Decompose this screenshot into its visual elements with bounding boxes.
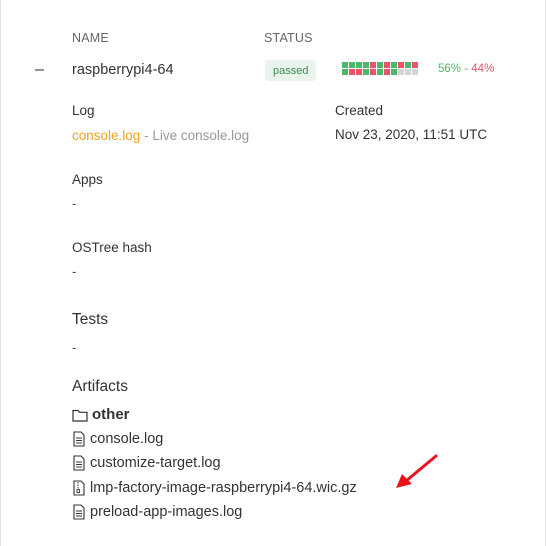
test-results-bars	[342, 62, 418, 75]
artifact-folder-other[interactable]: other	[72, 406, 130, 423]
test-empty-square	[405, 69, 411, 75]
apps-label: Apps	[72, 172, 103, 187]
tests-heading: Tests	[72, 311, 109, 328]
artifact-file-name: preload-app-images.log	[90, 504, 243, 520]
fail-percent: 44%	[471, 63, 495, 75]
test-fail-square	[370, 62, 376, 68]
test-pass-square	[391, 62, 397, 68]
apps-value: -	[72, 196, 77, 211]
ratio-separator: -	[464, 63, 469, 75]
artifact-folder-name: other	[92, 406, 130, 423]
artifacts-heading: Artifacts	[72, 378, 128, 395]
column-header-status[interactable]: STATUS	[264, 31, 313, 45]
test-empty-square	[398, 69, 404, 75]
ostree-hash-value: -	[72, 264, 77, 279]
artifact-file[interactable]: preload-app-images.log	[72, 504, 242, 520]
file-text-icon	[73, 504, 85, 520]
test-fail-square	[384, 62, 390, 68]
bar-row-top	[342, 62, 418, 68]
test-fail-square	[349, 69, 355, 75]
log-label: Log	[72, 103, 95, 118]
artifact-file-name: console.log	[90, 431, 164, 447]
log-separator: -	[140, 128, 153, 143]
tests-value: -	[72, 340, 77, 355]
test-fail-square	[384, 69, 390, 75]
file-text-icon	[73, 431, 85, 447]
test-pass-square	[349, 62, 355, 68]
folder-icon	[72, 409, 88, 422]
created-value: Nov 23, 2020, 11:51 UTC	[335, 127, 488, 142]
pass-percent: 56%	[438, 63, 462, 75]
console-log-link[interactable]: console.log	[72, 128, 140, 143]
test-fail-square	[398, 62, 404, 68]
pass-fail-ratio: 56% - 44%	[438, 63, 494, 75]
test-pass-square	[377, 62, 383, 68]
live-console-log-link[interactable]: Live console.log	[152, 128, 249, 143]
test-fail-square	[412, 62, 418, 68]
artifact-file[interactable]: console.log	[72, 431, 163, 447]
test-pass-square	[342, 62, 348, 68]
log-links: console.log - Live console.log	[72, 127, 249, 145]
test-empty-square	[412, 69, 418, 75]
test-pass-square	[405, 62, 411, 68]
file-archive-icon	[73, 480, 85, 496]
test-fail-square	[370, 69, 376, 75]
collapse-toggle[interactable]: –	[35, 61, 44, 79]
test-pass-square	[342, 69, 348, 75]
bar-row-bottom	[342, 69, 418, 75]
test-fail-square	[356, 69, 362, 75]
red-arrow-icon	[396, 454, 438, 488]
ostree-hash-label: OSTree hash	[72, 240, 152, 255]
created-label: Created	[335, 103, 384, 118]
artifact-file-name: customize-target.log	[90, 455, 221, 471]
artifact-file[interactable]: customize-target.log	[72, 455, 221, 471]
device-name[interactable]: raspberrypi4-64	[72, 62, 174, 78]
test-pass-square	[377, 69, 383, 75]
artifact-file-name: lmp-factory-image-raspberrypi4-64.wic.gz	[90, 480, 357, 496]
test-pass-square	[356, 62, 362, 68]
test-pass-square	[363, 62, 369, 68]
test-pass-square	[363, 69, 369, 75]
file-text-icon	[73, 455, 85, 471]
frame-border-left	[0, 0, 1, 546]
column-header-name[interactable]: NAME	[72, 31, 109, 45]
status-badge: passed	[265, 60, 317, 81]
artifact-file[interactable]: lmp-factory-image-raspberrypi4-64.wic.gz	[72, 480, 357, 496]
test-pass-square	[391, 69, 397, 75]
